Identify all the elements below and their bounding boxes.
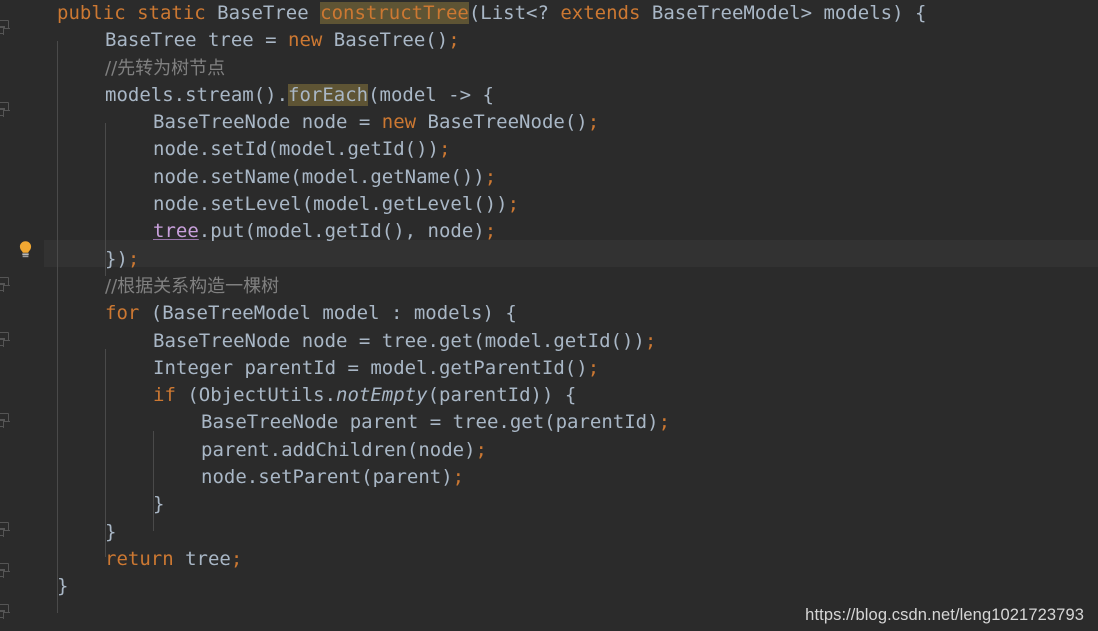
code-token: parent.addChildren(node) xyxy=(201,438,476,461)
code-token: ; xyxy=(587,356,600,379)
code-line[interactable]: //先转为树节点 xyxy=(0,55,1098,82)
code-line[interactable]: for (BaseTreeModel model : models) { xyxy=(0,300,1098,327)
code-token: constructTree xyxy=(320,2,469,24)
intention-bulb-icon[interactable] xyxy=(17,240,34,259)
code-token: node.setName(model.getName()) xyxy=(153,165,485,188)
code-token: tree xyxy=(153,220,199,243)
code-token: .put(model.getId(), node) xyxy=(198,220,485,243)
code-token: BaseTree() xyxy=(322,29,449,52)
code-token: node.setLevel(model.getLevel()) xyxy=(153,193,508,216)
code-fold-marker-icon[interactable] xyxy=(0,604,9,618)
code-token: (BaseTreeModel model : models) { xyxy=(139,302,517,325)
code-line[interactable]: } xyxy=(0,491,1098,518)
editor-gutter[interactable] xyxy=(0,0,44,631)
code-token: node.setId(model.getId()) xyxy=(153,138,439,161)
code-fold-marker-icon[interactable] xyxy=(0,413,9,427)
code-token: (ObjectUtils. xyxy=(175,384,337,407)
code-token: ; xyxy=(587,111,600,134)
code-token: return xyxy=(105,547,174,570)
code-token: BaseTreeNode parent = tree.get(parentId) xyxy=(201,411,659,434)
code-token: extends xyxy=(560,2,641,24)
code-token: //根据关系构造一棵树 xyxy=(105,275,280,297)
code-token: static xyxy=(137,2,206,24)
code-line[interactable]: node.setLevel(model.getLevel()); xyxy=(0,191,1098,218)
code-token: ; xyxy=(448,29,460,52)
code-token: ; xyxy=(507,193,520,216)
code-token: ; xyxy=(475,438,487,461)
code-token: BaseTreeNode node = tree.get(model.getId… xyxy=(153,329,645,352)
code-token: ; xyxy=(644,329,657,352)
code-token: for xyxy=(105,302,140,325)
code-token: BaseTreeNode node = xyxy=(153,111,382,134)
code-token: forEach xyxy=(288,83,369,106)
code-token: (model -> { xyxy=(368,83,494,106)
code-line[interactable]: node.setId(model.getId()); xyxy=(0,136,1098,163)
code-line[interactable]: if (ObjectUtils.notEmpty(parentId)) { xyxy=(0,382,1098,409)
code-token: BaseTreeModel> models) { xyxy=(640,2,927,24)
code-token: Integer parentId = model.getParentId() xyxy=(153,356,588,379)
code-token: } xyxy=(153,493,165,516)
code-line[interactable]: tree.put(model.getId(), node); xyxy=(0,218,1098,245)
code-text-area[interactable]: public static BaseTree constructTree(Lis… xyxy=(0,0,1098,631)
code-line[interactable]: BaseTreeNode parent = tree.get(parentId)… xyxy=(0,409,1098,436)
code-editor[interactable]: public static BaseTree constructTree(Lis… xyxy=(0,0,1098,631)
code-token: (parentId)) { xyxy=(427,384,577,407)
code-token: new xyxy=(288,29,323,52)
code-token: public xyxy=(57,2,126,24)
code-line[interactable]: }); xyxy=(0,246,1098,273)
code-line[interactable]: parent.addChildren(node); xyxy=(0,437,1098,464)
code-line[interactable]: } xyxy=(0,573,1098,600)
watermark-url: https://blog.csdn.net/leng1021723793 xyxy=(805,606,1084,624)
code-fold-marker-icon[interactable] xyxy=(0,277,9,291)
code-token: ; xyxy=(658,411,671,434)
code-token: (List<? xyxy=(468,2,561,24)
code-token: ; xyxy=(230,547,243,570)
code-token: ; xyxy=(484,165,497,188)
code-token: node.setParent(parent) xyxy=(201,466,453,489)
code-fold-marker-icon[interactable] xyxy=(0,102,9,116)
code-line[interactable]: return tree; xyxy=(0,546,1098,573)
code-token: }) xyxy=(105,247,128,270)
code-token: BaseTreeNode() xyxy=(416,111,588,134)
code-line[interactable]: node.setParent(parent); xyxy=(0,464,1098,491)
code-token: models.stream(). xyxy=(105,83,289,106)
code-token: tree xyxy=(173,547,231,570)
code-line[interactable]: //根据关系构造一棵树 xyxy=(0,273,1098,300)
code-line[interactable]: models.stream().forEach(model -> { xyxy=(0,82,1098,109)
code-line[interactable]: public static BaseTree constructTree(Lis… xyxy=(0,0,1098,27)
code-token: notEmpty xyxy=(336,384,428,407)
code-token: //先转为树节点 xyxy=(105,57,226,79)
code-line[interactable]: BaseTree tree = new BaseTree(); xyxy=(0,27,1098,54)
code-token: BaseTree xyxy=(205,2,321,24)
code-token: ; xyxy=(127,247,140,270)
code-token: } xyxy=(105,520,117,543)
code-token: ; xyxy=(484,220,497,243)
code-token: ; xyxy=(438,138,451,161)
code-line[interactable]: } xyxy=(0,519,1098,546)
code-fold-marker-icon[interactable] xyxy=(0,332,9,346)
code-fold-marker-icon[interactable] xyxy=(0,563,9,577)
code-line[interactable]: node.setName(model.getName()); xyxy=(0,164,1098,191)
code-token: new xyxy=(381,111,417,134)
code-token: if xyxy=(153,384,176,407)
code-token: ; xyxy=(452,466,465,489)
code-fold-marker-icon[interactable] xyxy=(0,20,9,34)
code-token: BaseTree tree = xyxy=(105,29,289,52)
code-line[interactable]: BaseTreeNode node = new BaseTreeNode(); xyxy=(0,109,1098,136)
code-fold-marker-icon[interactable] xyxy=(0,522,9,536)
code-line[interactable]: BaseTreeNode node = tree.get(model.getId… xyxy=(0,328,1098,355)
code-token: } xyxy=(57,575,69,598)
code-line[interactable]: Integer parentId = model.getParentId(); xyxy=(0,355,1098,382)
